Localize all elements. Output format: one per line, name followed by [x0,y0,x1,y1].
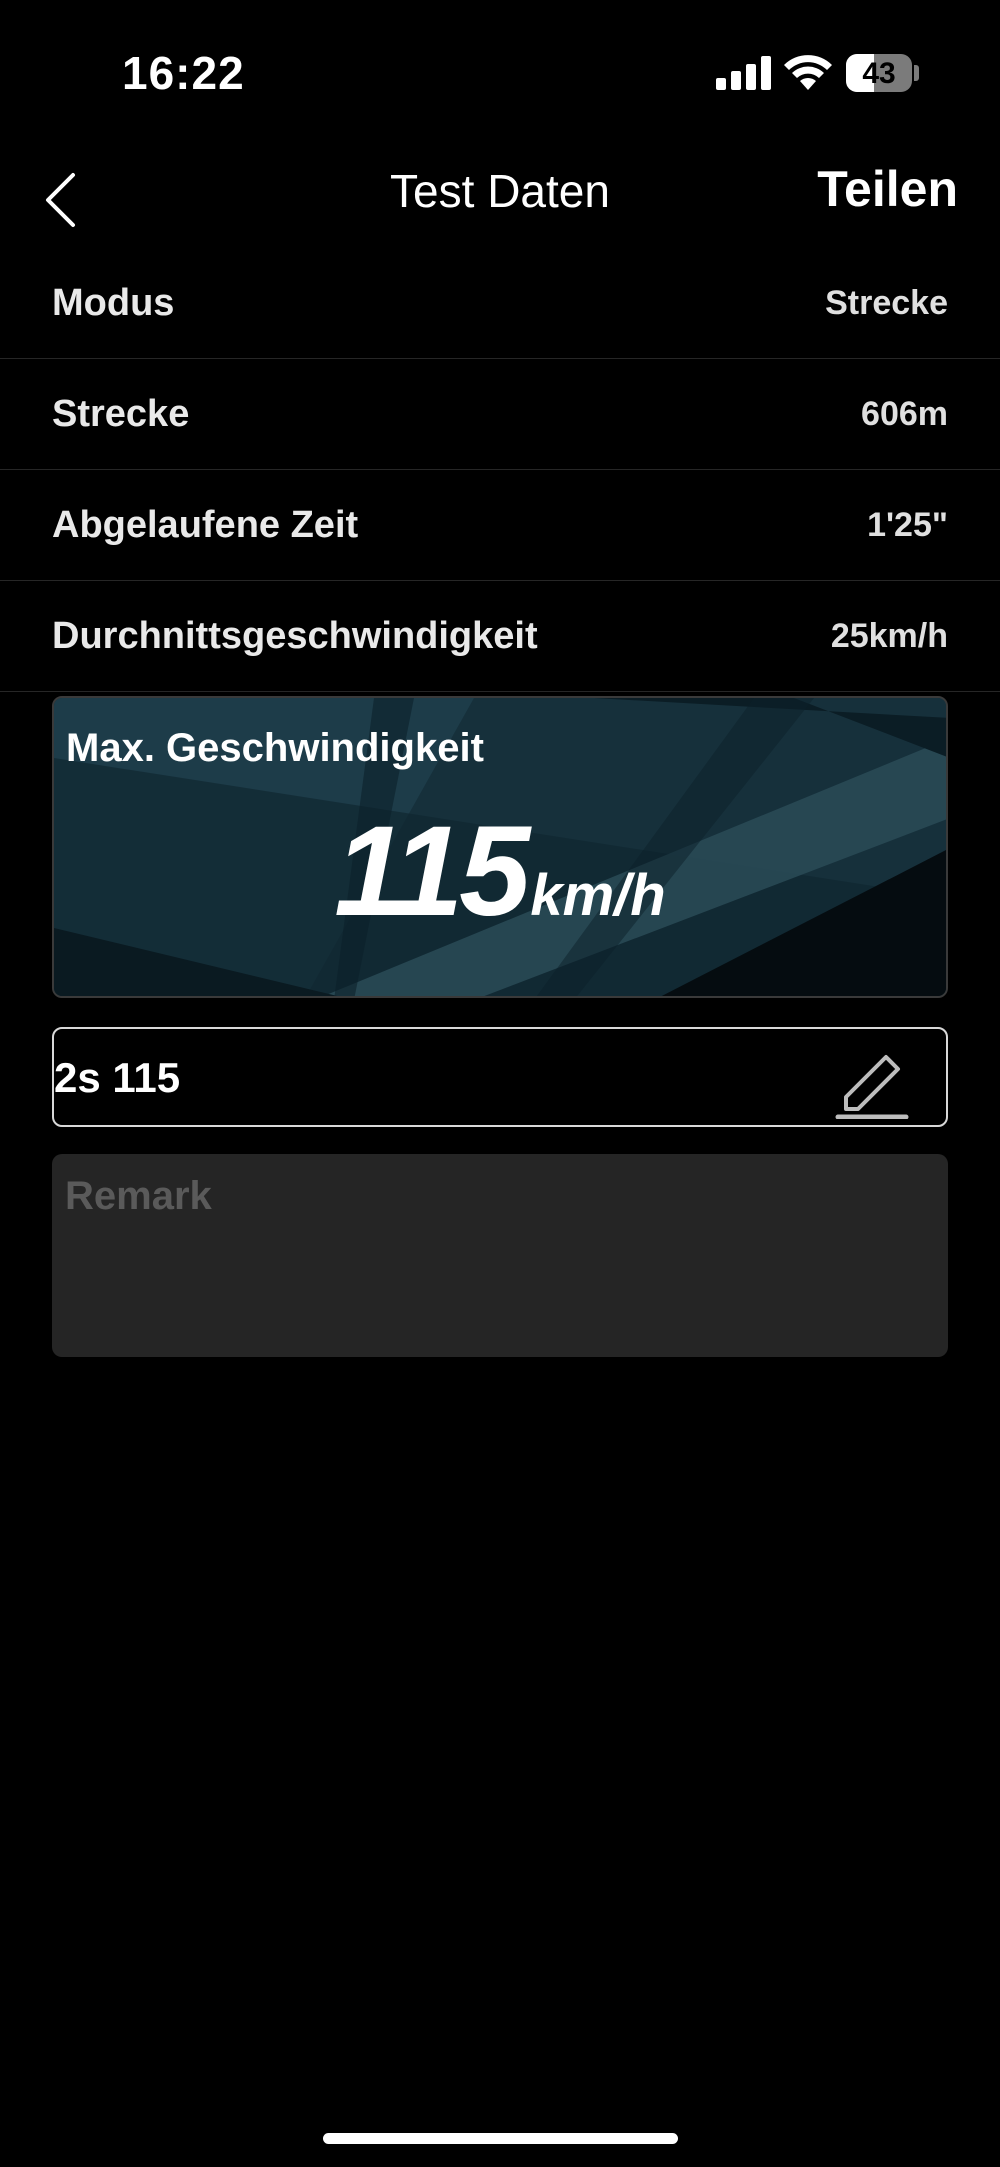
info-value: Strecke [825,283,948,322]
remark-input[interactable] [52,1154,948,1357]
max-speed-label: Max. Geschwindigkeit [66,726,484,770]
info-value: 25km/h [830,616,948,655]
info-row-average-speed: Durchnittsgeschwindigkeit 25km/h [0,581,1000,692]
status-time: 16:22 [122,47,245,99]
wifi-icon [784,55,832,90]
max-speed-card: Max. Geschwindigkeit 115km/h [52,696,948,998]
max-speed-display: 115km/h [54,798,946,945]
info-label: Durchnittsgeschwindigkeit [52,614,538,657]
info-value: 606m [861,394,948,433]
info-value: 1'25" [867,505,948,544]
battery-tip [914,65,919,81]
home-indicator[interactable] [323,2133,678,2144]
info-row-mode: Modus Strecke [0,248,1000,359]
max-speed-unit: km/h [530,863,666,928]
info-row-distance: Strecke 606m [0,359,1000,470]
record-title-field[interactable]: 2s 115 [52,1027,948,1127]
test-info-list: Modus Strecke Strecke 606m Abgelaufene Z… [0,248,1000,692]
status-bar: 16:22 43 [0,0,1000,150]
edit-title-button[interactable] [832,1039,912,1120]
navigation-bar: Test Daten Teilen [0,150,1000,260]
record-title: 2s 115 [54,1054,181,1101]
cellular-signal-icon [716,56,772,90]
info-row-elapsed-time: Abgelaufene Zeit 1'25" [0,470,1000,581]
battery-level: 43 [862,57,896,90]
info-label: Abgelaufene Zeit [52,503,359,546]
battery-icon: 43 [846,54,912,92]
pencil-icon [835,1055,909,1120]
info-label: Strecke [52,392,190,435]
info-label: Modus [52,281,175,324]
max-speed-number: 115 [334,800,530,943]
share-button[interactable]: Teilen [817,160,958,218]
